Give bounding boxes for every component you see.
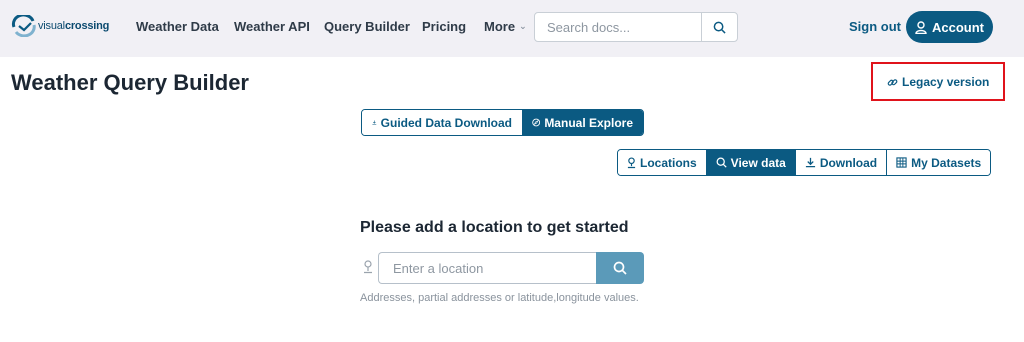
docs-search xyxy=(534,12,738,42)
guided-data-download-label: Guided Data Download xyxy=(380,115,512,130)
logo-text-bold: crossing xyxy=(64,20,110,32)
search-icon xyxy=(716,157,727,168)
account-button[interactable]: Account xyxy=(906,11,993,43)
grid-icon xyxy=(896,157,907,168)
legacy-version-label: Legacy version xyxy=(902,75,990,89)
search-button[interactable] xyxy=(701,13,737,41)
legacy-version-link[interactable]: Legacy version xyxy=(887,75,989,89)
nav-query-builder[interactable]: Query Builder xyxy=(324,19,410,34)
location-input[interactable] xyxy=(378,252,596,284)
guided-data-download-button[interactable]: Guided Data Download xyxy=(362,110,522,135)
nav-pricing[interactable]: Pricing xyxy=(422,19,466,34)
tab-locations-label: Locations xyxy=(640,155,697,170)
compass-icon xyxy=(532,118,541,127)
page-title: Weather Query Builder xyxy=(11,70,249,95)
view-tabs: Locations View data Download My Datasets xyxy=(617,149,992,176)
sign-out-link[interactable]: Sign out xyxy=(849,19,901,34)
logo-wordmark: visualcrossing xyxy=(38,20,109,32)
top-navbar: visualcrossing Weather Data Weather API … xyxy=(0,0,1024,57)
search-icon xyxy=(613,261,627,275)
manual-explore-button[interactable]: Manual Explore xyxy=(522,110,643,135)
nav-weather-data[interactable]: Weather Data xyxy=(136,19,219,34)
user-icon xyxy=(915,20,927,34)
location-hint: Addresses, partial addresses or latitude… xyxy=(360,292,639,304)
location-search-button[interactable] xyxy=(596,252,644,284)
tab-download[interactable]: Download xyxy=(795,150,888,175)
nav-more-label: More xyxy=(484,19,516,34)
manual-explore-label: Manual Explore xyxy=(544,115,633,130)
download-icon xyxy=(372,120,377,125)
tab-my-datasets[interactable]: My Datasets xyxy=(887,150,991,175)
brand-logo[interactable]: visualcrossing xyxy=(11,15,109,37)
account-label: Account xyxy=(932,19,984,35)
logo-icon xyxy=(11,15,36,37)
nav-weather-api[interactable]: Weather API xyxy=(234,19,310,34)
pin-icon xyxy=(627,156,636,168)
logo-text-light: visual xyxy=(38,20,65,32)
download-icon xyxy=(805,157,815,168)
nav-more[interactable]: More ⌄ xyxy=(484,19,527,34)
link-icon xyxy=(887,78,898,86)
tab-locations[interactable]: Locations xyxy=(618,150,707,175)
tab-view-data-label: View data xyxy=(730,155,786,170)
search-icon xyxy=(713,21,726,34)
tab-download-label: Download xyxy=(819,155,878,170)
pin-icon xyxy=(364,260,372,274)
mode-toggle: Guided Data Download Manual Explore xyxy=(361,109,644,136)
chevron-down-icon: ⌄ xyxy=(519,21,527,31)
location-prompt: Please add a location to get started xyxy=(360,219,629,236)
search-input[interactable] xyxy=(535,13,701,41)
tab-view-data[interactable]: View data xyxy=(706,150,796,175)
tab-my-datasets-label: My Datasets xyxy=(911,155,982,170)
